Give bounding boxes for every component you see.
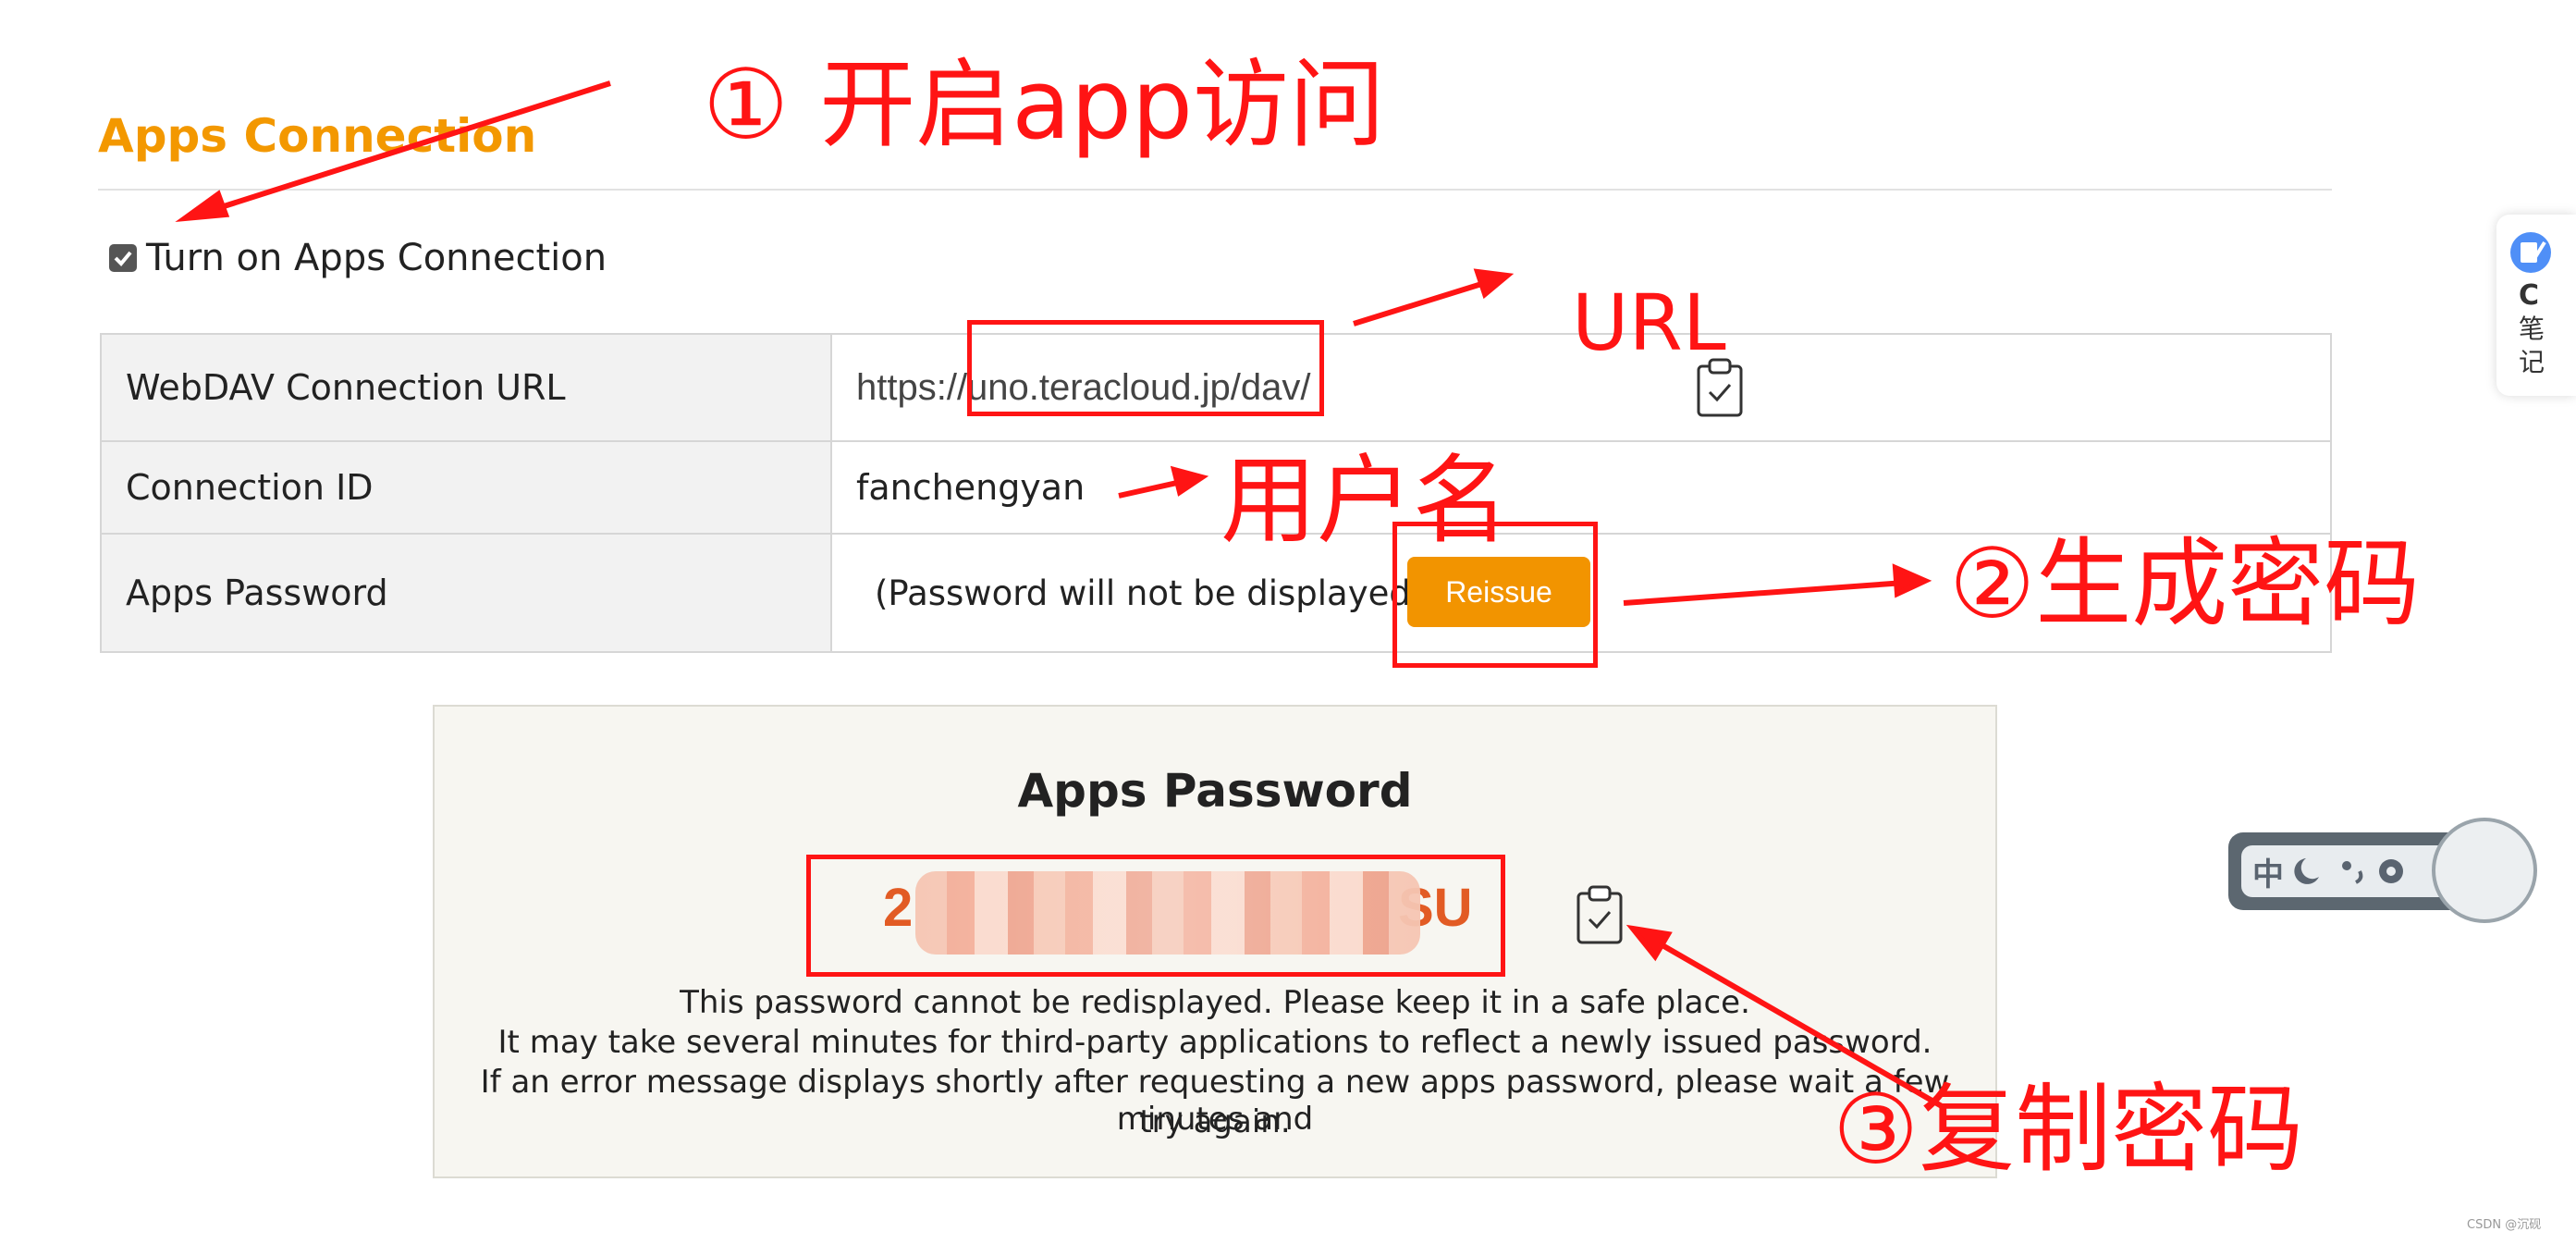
arrow-head xyxy=(175,190,230,222)
arrow-head xyxy=(1473,268,1515,300)
annotation-step1: ① 开启app访问 xyxy=(703,48,1386,161)
avatar[interactable] xyxy=(2432,818,2537,923)
ime-icons xyxy=(2294,858,2403,884)
annotation-url: URL xyxy=(1572,277,1726,368)
arrow-head xyxy=(1892,563,1932,598)
notes-label: 笔记 xyxy=(2519,314,2545,377)
annotation-step2: ②生成密码 xyxy=(1949,527,2421,640)
arrow-head xyxy=(1170,465,1209,497)
annotation-step3: ③复制密码 xyxy=(1833,1073,2304,1186)
arrow-step1 xyxy=(197,80,611,217)
notes-letter: C xyxy=(2519,279,2540,312)
watermark: CSDN @沉砚 xyxy=(2467,1218,2542,1232)
annotation-username: 用户名 xyxy=(1221,444,1510,557)
note-icon xyxy=(2510,232,2551,273)
ime-language-label[interactable]: 中 xyxy=(2252,849,2284,894)
arrow-url xyxy=(1353,278,1491,326)
moon-icon xyxy=(2294,858,2319,884)
arrow-step2 xyxy=(1623,580,1906,606)
arrow-head xyxy=(1625,924,1673,962)
